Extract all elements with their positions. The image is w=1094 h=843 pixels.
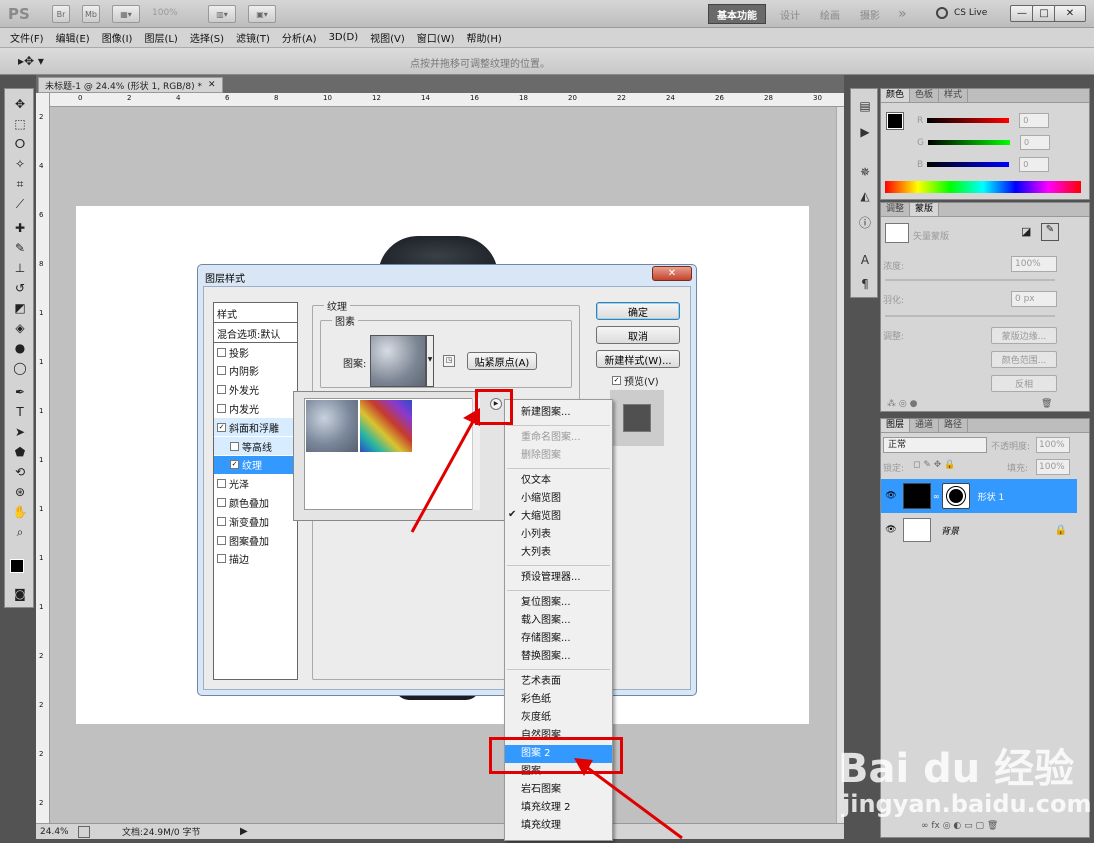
annotation-arrow-left — [584, 764, 683, 840]
annotation-arrow-up — [410, 415, 478, 533]
annotation-arrowhead-left — [574, 758, 593, 776]
annotation-arrows — [410, 408, 683, 840]
